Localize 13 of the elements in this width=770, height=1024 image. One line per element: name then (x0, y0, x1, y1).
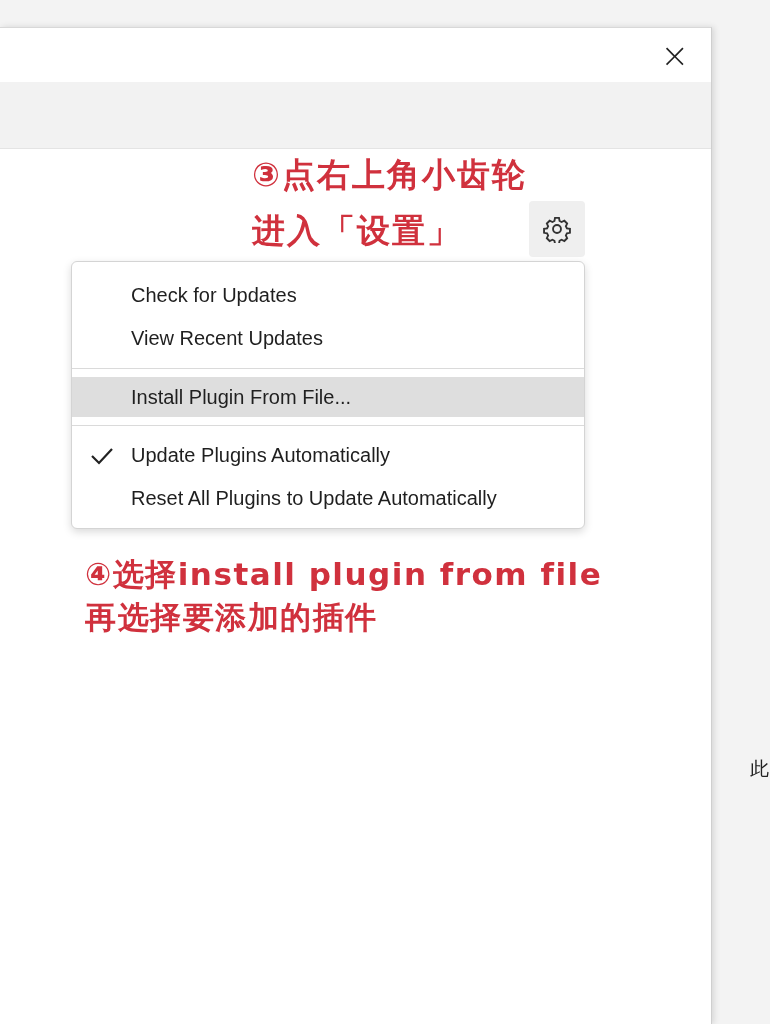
menu-item[interactable]: View Recent Updates (72, 317, 584, 360)
settings-icon (543, 215, 571, 243)
settings-button[interactable] (529, 201, 585, 257)
menu-item[interactable]: Reset All Plugins to Update Automatically (72, 477, 584, 520)
menu-item[interactable]: Install Plugin From File... (72, 377, 584, 417)
annotation-text: ④选择install plugin from file (85, 555, 603, 594)
close-button[interactable]: × (656, 38, 693, 72)
menu-item[interactable]: Check for Updates (72, 274, 584, 317)
background-text: 此 (750, 757, 770, 781)
menu-item[interactable]: Update Plugins Automatically (72, 434, 584, 477)
annotation-text: 再选择要添加的插件 (85, 598, 378, 637)
annotation-text: ③点右上角小齿轮 (251, 154, 528, 196)
annotation-text: 进入「设置」 (252, 210, 462, 252)
